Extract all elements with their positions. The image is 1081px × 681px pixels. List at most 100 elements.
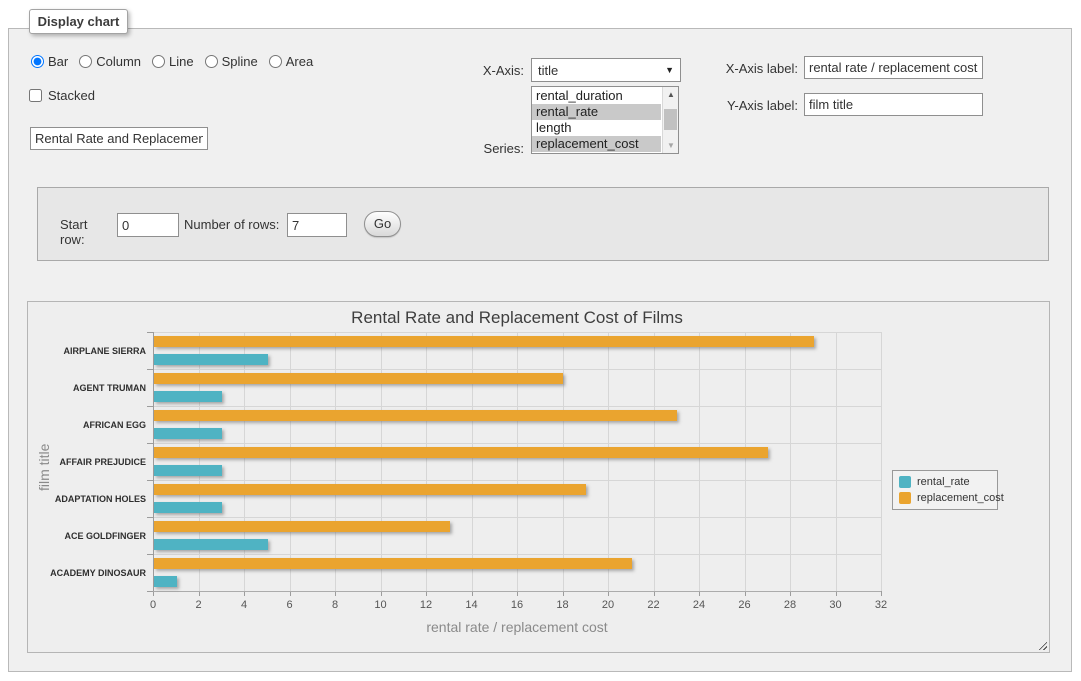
series-option-replacement_cost[interactable]: replacement_cost xyxy=(532,136,661,152)
gridline xyxy=(426,332,427,591)
gridline xyxy=(153,369,881,370)
bar-replacement_cost[interactable] xyxy=(154,558,632,569)
scrollbar-down-icon[interactable]: ▼ xyxy=(663,138,679,153)
series-option-rental_duration[interactable]: rental_duration xyxy=(532,88,661,104)
display-chart-fieldset: Display chart BarColumnLineSplineArea St… xyxy=(8,28,1072,672)
x-axis-line xyxy=(153,591,881,592)
chart-type-option-bar[interactable]: Bar xyxy=(31,54,68,69)
chart-type-option-area[interactable]: Area xyxy=(269,54,313,69)
bar-rental_rate[interactable] xyxy=(154,354,268,365)
chart-type-option-line[interactable]: Line xyxy=(152,54,194,69)
x-axis-label-input[interactable] xyxy=(804,56,983,79)
gridline xyxy=(153,517,881,518)
chart-title: Rental Rate and Replacement Cost of Film… xyxy=(153,308,881,328)
gridline xyxy=(244,332,245,591)
chart-type-option-spline[interactable]: Spline xyxy=(205,54,258,69)
x-tick-label: 10 xyxy=(366,599,396,611)
y-axis-label-input[interactable] xyxy=(804,93,983,116)
gridline xyxy=(153,332,881,333)
x-tick-label: 18 xyxy=(548,599,578,611)
bar-rental_rate[interactable] xyxy=(154,576,177,587)
bar-rental_rate[interactable] xyxy=(154,391,222,402)
stacked-checkbox-row[interactable]: Stacked xyxy=(29,88,95,103)
legend-item-rental_rate[interactable]: rental_rate xyxy=(899,476,991,488)
series-listbox-label: Series: xyxy=(441,141,524,156)
bar-replacement_cost[interactable] xyxy=(154,373,563,384)
row-controls-panel: Start row: Number of rows: Go xyxy=(37,187,1049,261)
number-of-rows-input[interactable] xyxy=(287,213,347,237)
series-listbox[interactable]: rental_durationrental_ratelengthreplacem… xyxy=(531,86,679,154)
radio-spline[interactable] xyxy=(205,55,218,68)
gridline xyxy=(699,332,700,591)
radio-column[interactable] xyxy=(79,55,92,68)
x-tick-label: 6 xyxy=(275,599,305,611)
bar-replacement_cost[interactable] xyxy=(154,410,677,421)
resize-handle-icon[interactable] xyxy=(1036,639,1047,650)
x-tick-label: 4 xyxy=(229,599,259,611)
bar-rental_rate[interactable] xyxy=(154,539,268,550)
x-tick-label: 2 xyxy=(184,599,214,611)
bar-replacement_cost[interactable] xyxy=(154,336,814,347)
go-button[interactable]: Go xyxy=(364,211,401,237)
gridline xyxy=(381,332,382,591)
series-option-rental_rate[interactable]: rental_rate xyxy=(532,104,661,120)
gridline xyxy=(335,332,336,591)
fieldset-legend: Display chart xyxy=(29,9,128,34)
x-tick-label: 30 xyxy=(821,599,851,611)
category-label: ACE GOLDFINGER xyxy=(28,531,146,541)
x-tick-label: 0 xyxy=(138,599,168,611)
gridline xyxy=(881,332,882,591)
scrollbar-up-icon[interactable]: ▲ xyxy=(663,87,679,102)
x-tick-label: 24 xyxy=(684,599,714,611)
number-of-rows-label: Number of rows: xyxy=(184,217,282,232)
gridline xyxy=(199,332,200,591)
gridline xyxy=(153,480,881,481)
chart-title-input[interactable] xyxy=(30,127,208,150)
x-axis-select[interactable]: title ▼ xyxy=(531,58,681,82)
bar-replacement_cost[interactable] xyxy=(154,484,586,495)
radio-line[interactable] xyxy=(152,55,165,68)
radio-area[interactable] xyxy=(269,55,282,68)
scrollbar-thumb[interactable] xyxy=(664,109,677,130)
gridline xyxy=(153,406,881,407)
x-tick-label: 14 xyxy=(457,599,487,611)
x-axis-tick xyxy=(881,591,882,596)
listbox-scrollbar[interactable]: ▲ ▼ xyxy=(662,87,678,153)
gridline xyxy=(745,332,746,591)
legend-swatch-icon xyxy=(899,476,911,488)
bar-replacement_cost[interactable] xyxy=(154,447,768,458)
x-tick-label: 8 xyxy=(320,599,350,611)
series-option-length[interactable]: length xyxy=(532,120,661,136)
start-row-input[interactable] xyxy=(117,213,179,237)
radio-bar[interactable] xyxy=(31,55,44,68)
series-options: rental_durationrental_ratelengthreplacem… xyxy=(532,88,661,152)
gridline xyxy=(563,332,564,591)
gridline xyxy=(517,332,518,591)
bar-rental_rate[interactable] xyxy=(154,465,222,476)
x-tick-label: 20 xyxy=(593,599,623,611)
start-row-label: Start row: xyxy=(60,217,115,247)
radio-label: Area xyxy=(286,54,313,69)
category-label: ACADEMY DINOSAUR xyxy=(28,568,146,578)
stacked-checkbox-label: Stacked xyxy=(48,88,95,103)
page: { "panel": { "legend_title": "Display ch… xyxy=(0,0,1081,681)
radio-label: Spline xyxy=(222,54,258,69)
x-tick-label: 26 xyxy=(730,599,760,611)
x-tick-label: 12 xyxy=(411,599,441,611)
x-tick-label: 28 xyxy=(775,599,805,611)
stacked-checkbox[interactable] xyxy=(29,89,42,102)
gridline xyxy=(654,332,655,591)
y-axis-label-caption: Y-Axis label: xyxy=(701,98,798,113)
bar-replacement_cost[interactable] xyxy=(154,521,450,532)
gridline xyxy=(790,332,791,591)
legend-item-replacement_cost[interactable]: replacement_cost xyxy=(899,492,991,504)
gridline xyxy=(290,332,291,591)
chart-legend: rental_rate replacement_cost xyxy=(892,470,998,510)
radio-label: Line xyxy=(169,54,194,69)
bar-rental_rate[interactable] xyxy=(154,502,222,513)
chart-type-radiogroup: Bar Column Line Spline Area xyxy=(31,54,313,69)
gridline xyxy=(472,332,473,591)
x-axis-select-label: X-Axis: xyxy=(441,63,524,78)
chart-type-option-column[interactable]: Column xyxy=(79,54,141,69)
bar-rental_rate[interactable] xyxy=(154,428,222,439)
